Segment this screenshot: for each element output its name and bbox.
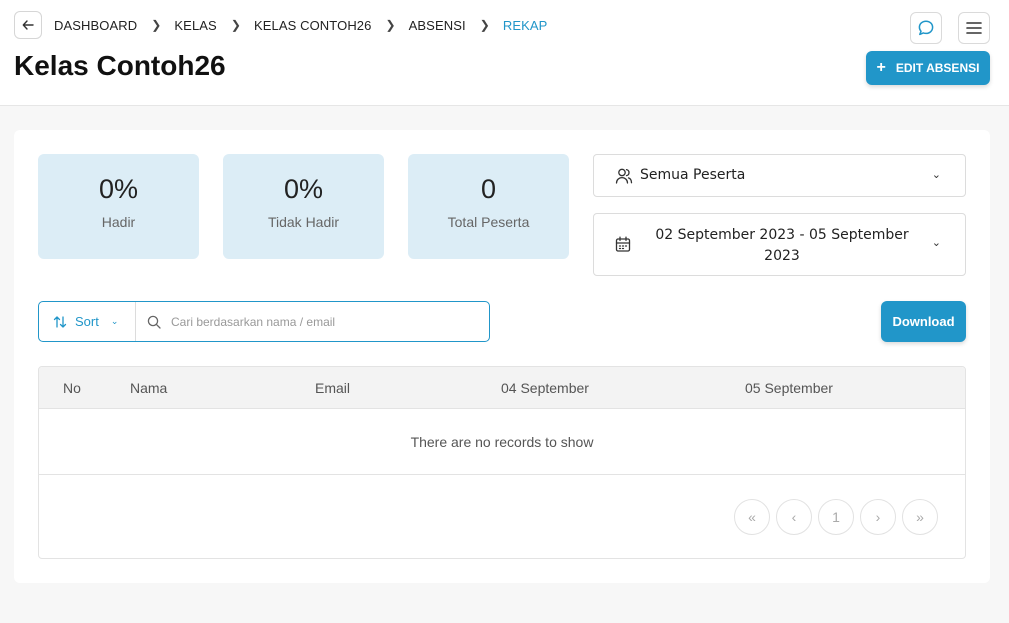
menu-button[interactable] <box>958 12 990 44</box>
rekap-table: No Nama Email 04 September 05 September … <box>38 366 966 559</box>
arrow-left-icon <box>22 20 34 30</box>
date-range-picker[interactable]: 02 September 2023 - 05 September 2023 ⌄ <box>593 213 966 276</box>
chat-button[interactable] <box>910 12 942 44</box>
rekap-card: 0% Hadir 0% Tidak Hadir 0 Total Peserta … <box>14 130 990 583</box>
edit-absensi-label: EDIT ABSENSI <box>895 61 980 75</box>
search-toolbar: Sort ⌄ <box>38 301 490 342</box>
stat-hadir: 0% Hadir <box>38 154 199 259</box>
participant-select-value: Semua Peserta <box>640 167 746 183</box>
date-range-value: 02 September 2023 - 05 September 2023 <box>655 227 909 264</box>
column-header-date-2[interactable]: 05 September <box>745 380 833 396</box>
breadcrumb-dashboard[interactable]: DASHBOARD <box>54 18 137 33</box>
top-bar: DASHBOARD ❯ KELAS ❯ KELAS CONTOH26 ❯ ABS… <box>0 0 1009 106</box>
breadcrumb-kelas-contoh26[interactable]: KELAS CONTOH26 <box>254 18 371 33</box>
sort-dropdown[interactable]: Sort ⌄ <box>39 302 136 341</box>
chevron-down-icon: ⌄ <box>110 316 119 326</box>
pagination-page-1[interactable]: 1 <box>818 499 854 535</box>
chevron-down-icon: ⌄ <box>931 168 941 181</box>
column-header-no[interactable]: No <box>63 380 81 396</box>
stat-value: 0% <box>98 174 139 204</box>
back-button[interactable] <box>14 11 42 39</box>
search-field[interactable] <box>137 302 489 341</box>
stat-value: 0% <box>283 174 324 204</box>
chat-bubble-icon <box>918 20 934 36</box>
download-button[interactable]: Download <box>881 301 966 342</box>
breadcrumb-kelas[interactable]: KELAS <box>174 18 216 33</box>
table-header: No Nama Email 04 September 05 September <box>39 367 965 409</box>
chevron-right-icon: ❯ <box>151 18 162 32</box>
sort-arrows-icon <box>53 315 67 328</box>
stat-label: Tidak Hadir <box>267 214 340 230</box>
pagination-prev-button[interactable]: ‹ <box>776 499 812 535</box>
chevron-right-icon: ❯ <box>230 18 241 32</box>
empty-state-message: There are no records to show <box>39 409 965 475</box>
chevron-down-icon: ⌄ <box>931 236 941 249</box>
breadcrumb-rekap: REKAP <box>502 17 548 33</box>
plus-icon: + <box>876 59 886 76</box>
breadcrumb-absensi[interactable]: ABSENSI <box>409 18 466 33</box>
breadcrumb: DASHBOARD ❯ KELAS ❯ KELAS CONTOH26 ❯ ABS… <box>54 16 547 34</box>
stat-total-peserta: 0 Total Peserta <box>408 154 569 259</box>
users-icon <box>615 168 633 184</box>
pagination-last-button[interactable]: » <box>902 499 938 535</box>
sort-label: Sort <box>75 314 99 329</box>
page-title: Kelas Contoh26 <box>14 50 226 81</box>
search-icon <box>147 315 161 329</box>
pagination-next-button[interactable]: › <box>860 499 896 535</box>
calendar-icon <box>615 236 631 252</box>
stat-value: 0 <box>480 174 497 204</box>
stat-tidak-hadir: 0% Tidak Hadir <box>223 154 384 259</box>
chevron-right-icon: ❯ <box>385 18 396 32</box>
pagination-first-button[interactable]: « <box>734 499 770 535</box>
column-header-date-1[interactable]: 04 September <box>501 380 589 396</box>
column-header-nama[interactable]: Nama <box>130 380 167 396</box>
stat-label: Total Peserta <box>447 214 530 230</box>
chevron-right-icon: ❯ <box>479 18 490 32</box>
stat-label: Hadir <box>101 214 136 230</box>
edit-absensi-button[interactable]: + EDIT ABSENSI <box>866 51 990 85</box>
search-input[interactable] <box>171 314 471 329</box>
participant-select[interactable]: Semua Peserta ⌄ <box>593 154 966 197</box>
column-header-email[interactable]: Email <box>315 380 350 396</box>
hamburger-menu-icon <box>966 22 982 34</box>
